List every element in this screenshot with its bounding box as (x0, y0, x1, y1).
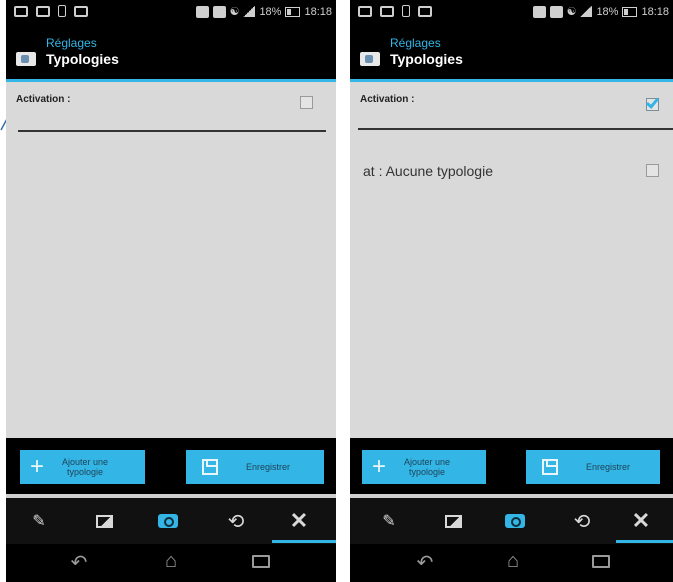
battery-icon (622, 6, 638, 17)
tools-icon: ✕ (289, 508, 309, 533)
back-icon[interactable]: ↶ (410, 550, 440, 575)
screenshot-icon (358, 5, 372, 17)
bottom-tab-bar: ✎ ⟲ ✕ (350, 498, 673, 544)
save-icon (202, 459, 218, 475)
plus-icon: + (372, 453, 387, 480)
tab-pencil[interactable]: ✎ (26, 508, 52, 534)
tab-image[interactable] (91, 508, 117, 534)
nfc-icon (532, 5, 546, 18)
add-typology-label: Ajouter une typologie (403, 456, 451, 477)
active-tab-indicator (272, 540, 336, 543)
pencil-icon: ✎ (382, 513, 396, 530)
plus-icon: + (30, 453, 45, 480)
action-bar: Réglages Typologies (6, 24, 336, 82)
add-typology-button[interactable]: + Ajouter une typologie (20, 450, 145, 484)
status-time: 18:18 (304, 5, 332, 18)
gallery-icon (380, 5, 394, 17)
app-icon[interactable] (360, 52, 380, 66)
activation-label: Activation : (360, 94, 415, 105)
battery-percent: 18% (259, 5, 282, 18)
screenshot-icon (14, 5, 28, 17)
video-icon (74, 5, 88, 17)
phone-screen-before: ☯ 18% 18:18 Réglages Typologies Activati… (6, 0, 336, 582)
activation-label: Activation : (16, 94, 71, 105)
page-title: Typologies (390, 51, 463, 67)
actionbar-subtitle: Réglages (390, 36, 441, 50)
battery-percent: 18% (596, 5, 619, 18)
system-nav-bar: ↶ ⌂ (6, 544, 336, 582)
home-icon[interactable]: ⌂ (498, 550, 528, 573)
image-icon (95, 514, 113, 528)
settings-content: Activation : at : Aucune typologie (350, 82, 673, 438)
button-bar: + Ajouter une typologie Enregistrer (6, 438, 336, 494)
back-icon[interactable]: ↶ (64, 550, 94, 575)
camera-icon (505, 514, 525, 528)
camera-icon (158, 514, 178, 528)
sim-icon (58, 5, 66, 17)
wifi-icon: ☯ (229, 6, 240, 18)
phone-screen-after: ☯ 18% 18:18 Réglages Typologies Activati… (350, 0, 673, 582)
tab-tools[interactable]: ✕ (628, 508, 654, 534)
comparison-stage: ☯ 18% 18:18 Réglages Typologies Activati… (0, 0, 673, 582)
tab-camera[interactable] (155, 508, 181, 534)
sim-icon (402, 5, 410, 17)
page-title: Typologies (46, 51, 119, 67)
history-icon: ⟲ (227, 510, 245, 533)
status-bar: ☯ 18% 18:18 (350, 0, 673, 24)
pencil-icon: ✎ (32, 513, 46, 530)
recent-apps-icon[interactable] (586, 550, 616, 574)
home-icon[interactable]: ⌂ (156, 550, 186, 573)
tools-icon: ✕ (631, 508, 651, 533)
notification-icon (549, 5, 563, 18)
tab-history[interactable]: ⟲ (223, 508, 249, 534)
history-icon: ⟲ (573, 510, 591, 533)
typology-checkbox[interactable] (646, 164, 659, 177)
video-icon (418, 5, 432, 17)
checkmark-icon (645, 95, 660, 109)
save-button[interactable]: Enregistrer (186, 450, 324, 484)
save-label: Enregistrer (586, 462, 631, 472)
typology-item[interactable]: at : Aucune typologie (350, 142, 673, 202)
activation-checkbox[interactable] (645, 95, 660, 111)
image-icon (444, 514, 462, 528)
status-bar: ☯ 18% 18:18 (6, 0, 336, 24)
add-typology-button[interactable]: + Ajouter une typologie (362, 450, 486, 484)
signal-icon (580, 6, 593, 17)
activation-row[interactable]: Activation : (350, 82, 673, 130)
bottom-tab-bar: ✎ ⟲ ✕ (6, 498, 336, 544)
active-tab-indicator (616, 540, 673, 543)
activation-checkbox[interactable] (300, 96, 313, 109)
save-icon (542, 459, 558, 475)
settings-content: Activation : (6, 82, 336, 438)
tab-tools[interactable]: ✕ (286, 508, 312, 534)
battery-icon (285, 6, 301, 17)
add-typology-label: Ajouter une typologie (61, 456, 109, 477)
activation-divider (18, 130, 326, 132)
actionbar-subtitle: Réglages (46, 36, 97, 50)
notification-icon (212, 5, 226, 18)
tab-image[interactable] (440, 508, 466, 534)
tab-camera[interactable] (502, 508, 528, 534)
button-bar: + Ajouter une typologie Enregistrer (350, 438, 673, 494)
wifi-icon: ☯ (566, 6, 577, 18)
activation-row[interactable]: Activation : (6, 82, 336, 130)
save-button[interactable]: Enregistrer (526, 450, 660, 484)
typology-label: at : Aucune typologie (363, 163, 493, 179)
system-nav-bar: ↶ ⌂ (350, 544, 673, 582)
signal-icon (243, 6, 256, 17)
recent-apps-icon[interactable] (246, 550, 276, 574)
app-icon[interactable] (16, 52, 36, 66)
status-time: 18:18 (641, 5, 669, 18)
activation-divider (358, 128, 673, 130)
tab-history[interactable]: ⟲ (569, 508, 595, 534)
tab-pencil[interactable]: ✎ (376, 508, 402, 534)
gallery-icon (36, 5, 50, 17)
nfc-icon (195, 5, 209, 18)
action-bar: Réglages Typologies (350, 24, 673, 82)
save-label: Enregistrer (246, 462, 291, 472)
